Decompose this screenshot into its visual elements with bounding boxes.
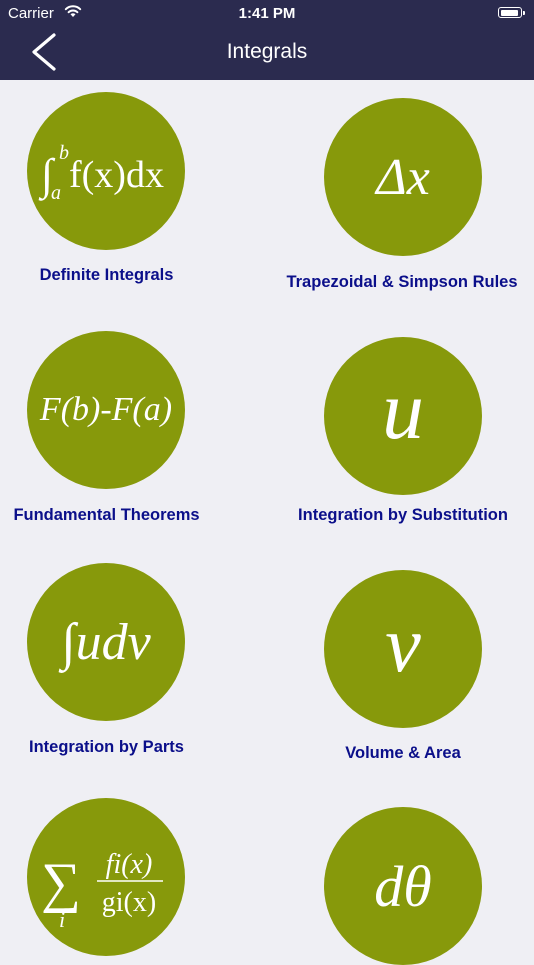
page-title: Integrals: [226, 40, 308, 63]
fraction-numerator: fi(x): [106, 849, 153, 880]
sum-index: i: [59, 907, 65, 932]
integral-udv-symbol-icon: ∫udv: [27, 563, 185, 721]
topic-label: Integration by Parts: [29, 738, 184, 756]
topic-label: Fundamental Theorems: [13, 506, 200, 524]
sigma-symbol: ∑: [41, 852, 81, 914]
sum-fraction-symbol-icon: ∑ i fi(x) gi(x): [27, 798, 185, 956]
battery-level-fill: [500, 9, 518, 16]
definite-integral-symbol-icon: ∫ b a f(x)dx: [27, 92, 185, 250]
integrand: f(x)dx: [69, 154, 164, 196]
battery-icon: [498, 7, 525, 18]
d-theta-symbol-icon: dθ: [324, 807, 482, 965]
header: Carrier 1:41 PM Integrals: [0, 0, 534, 80]
nav-bar: Integrals: [0, 28, 534, 80]
lower-limit: a: [51, 182, 61, 204]
topic-label: Volume & Area: [345, 744, 461, 762]
fraction-denominator: gi(x): [102, 887, 156, 918]
status-bar: Carrier 1:41 PM: [0, 0, 534, 28]
status-time: 1:41 PM: [238, 5, 296, 22]
topic-label: Trapezoidal & Simpson Rules: [286, 273, 518, 291]
topic-label: Integration by Substitution: [298, 506, 508, 524]
v-symbol-icon: v: [324, 570, 482, 728]
upper-limit: b: [59, 142, 69, 164]
delta-x-symbol-icon: Δx: [324, 98, 482, 256]
u-symbol-icon: u: [324, 337, 482, 495]
topic-label: Definite Integrals: [39, 266, 174, 284]
fundamental-theorem-symbol-icon: F(b)-F(a): [27, 331, 185, 489]
